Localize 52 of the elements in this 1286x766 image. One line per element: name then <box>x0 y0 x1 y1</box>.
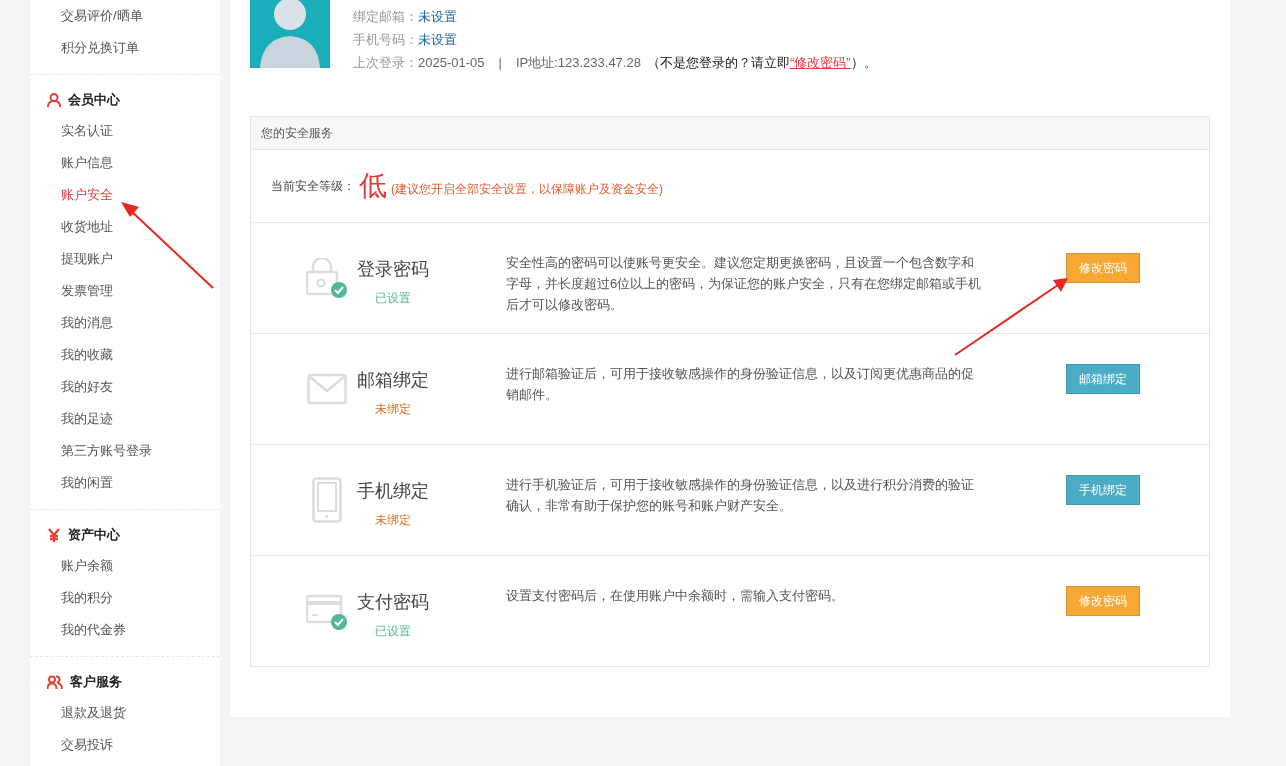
sidebar-item[interactable]: 账户信息 <box>30 147 113 179</box>
field-label: 上次登录： <box>353 54 418 72</box>
sidebar-item[interactable]: 账户余额 <box>30 550 113 582</box>
security-level: 低 <box>359 169 387 203</box>
person-icon <box>47 93 61 107</box>
section-title: 客户服务 <box>70 673 122 691</box>
yen-icon <box>47 528 61 542</box>
change-password-link[interactable]: “修改密码” <box>789 51 851 74</box>
sidebar-item[interactable]: 退款及退货 <box>30 697 126 729</box>
login-notice: （不是您登录的？请立即 <box>646 54 790 72</box>
service-title: 支付密码 <box>357 591 429 614</box>
login-date: 2025-01-05 <box>418 54 485 72</box>
panel-header: 您的安全服务 <box>251 117 1209 150</box>
field-value: 未设置 <box>418 8 457 26</box>
sidebar-item[interactable]: 提现账户 <box>30 243 113 275</box>
field-value: 未设置 <box>418 31 457 49</box>
sidebar-item[interactable]: 第三方账号登录 <box>30 435 152 467</box>
section-title: 资产中心 <box>68 526 120 544</box>
sidebar-item[interactable]: 我的消息 <box>30 307 113 339</box>
level-hint: (建议您开启全部安全设置，以保障账户及资金安全) <box>391 180 663 198</box>
service-title: 邮箱绑定 <box>357 369 429 392</box>
service-title: 手机绑定 <box>357 480 429 503</box>
sidebar-item[interactable]: 交易评价/晒单 <box>30 0 143 32</box>
login-notice: ）。 <box>850 54 877 72</box>
service-status: 未绑定 <box>375 512 411 529</box>
sidebar-item[interactable]: 我的收藏 <box>30 339 113 371</box>
service-status: 已设置 <box>375 623 411 640</box>
field-label: 手机号码： <box>353 31 418 49</box>
separator: | <box>498 54 502 72</box>
sidebar-item[interactable]: 发票管理 <box>30 275 113 307</box>
sidebar-item[interactable]: 我的足迹 <box>30 403 113 435</box>
sidebar-item[interactable]: 账户安全 <box>30 179 113 211</box>
sidebar-item[interactable]: 交易投诉 <box>30 729 113 761</box>
field-label: 绑定邮箱： <box>353 8 418 26</box>
service-status: 已设置 <box>375 290 411 307</box>
sidebar-item[interactable]: 实名认证 <box>30 115 113 147</box>
sidebar-item[interactable]: 我的好友 <box>30 371 113 403</box>
sidebar-item[interactable]: 我的代金券 <box>30 614 126 646</box>
service-title: 登录密码 <box>357 258 429 281</box>
ip-address: IP地址:123.233.47.28 <box>515 54 641 72</box>
service-status: 未绑定 <box>375 401 411 418</box>
sidebar-item[interactable]: 我的闲置 <box>30 467 113 499</box>
sidebar-item[interactable]: 积分兑换订单 <box>30 32 139 64</box>
sidebar-item[interactable]: 收货地址 <box>30 211 113 243</box>
service-description: 安全性高的密码可以使账号更安全。建议您定期更换密码，且设置一个包含数字和字母，并长度超过6位以上的密码，为保证您的账户安全，只有在您绑定邮箱或手机后才可以修改密码。 <box>506 254 983 314</box>
people-icon <box>47 675 63 689</box>
service-description: 进行手机验证后，可用于接收敏感操作的身份验证信息，以及进行积分消费的验证确认，非常有助于保护您的账号和账户财产安全。 <box>506 476 975 515</box>
level-label: 当前安全等级： <box>271 177 355 195</box>
service-description: 设置支付密码后，在使用账户中余额时，需输入支付密码。 <box>506 587 845 605</box>
sidebar-item[interactable]: 我的积分 <box>30 582 113 614</box>
section-title: 会员中心 <box>68 91 120 109</box>
service-description: 进行邮箱验证后，可用于接收敏感操作的身份验证信息，以及订阅更优惠商品的促销邮件。 <box>506 365 975 404</box>
